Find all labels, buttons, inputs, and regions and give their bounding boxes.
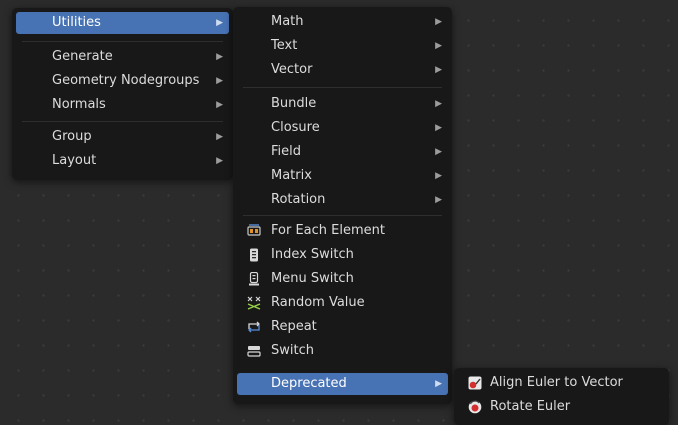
repeat-icon (247, 320, 261, 334)
utilities-submenu: Math ▶ Text ▶ Vector ▶ Bundle ▶ Closure … (233, 7, 452, 404)
menu-item-index-switch[interactable]: Index Switch (237, 244, 448, 266)
submenu-arrow-icon: ▶ (216, 18, 223, 28)
menu-item-bundle[interactable]: Bundle ▶ (237, 93, 448, 115)
menu-item-label: Deprecated (271, 376, 347, 391)
menu-item-label: Math (271, 14, 304, 29)
menu-item-label: Index Switch (271, 247, 354, 262)
switch-icon (247, 344, 261, 358)
menu-item-label: Rotation (271, 192, 326, 207)
menu-separator (243, 215, 442, 216)
submenu-arrow-icon: ▶ (435, 99, 442, 109)
menu-item-label: Rotate Euler (490, 399, 571, 414)
menu-item-label: Vector (271, 62, 313, 77)
menu-separator (22, 121, 223, 122)
menu-item-field[interactable]: Field ▶ (237, 141, 448, 163)
menu-item-utilities[interactable]: Utilities ▶ (16, 12, 229, 34)
menu-item-closure[interactable]: Closure ▶ (237, 117, 448, 139)
menu-item-label: For Each Element (271, 223, 385, 238)
menu-item-geometry-nodegroups[interactable]: Geometry Nodegroups ▶ (16, 70, 229, 92)
node-editor-background: { "colors": { "highlight": "#4772b3", "m… (0, 0, 678, 425)
submenu-arrow-icon: ▶ (435, 41, 442, 51)
menu-item-generate[interactable]: Generate ▶ (16, 46, 229, 68)
menu-item-rotation[interactable]: Rotation ▶ (237, 189, 448, 211)
submenu-arrow-icon: ▶ (435, 379, 442, 389)
submenu-arrow-icon: ▶ (435, 123, 442, 133)
menu-item-label: Generate (52, 49, 113, 64)
menu-separator (22, 41, 223, 42)
menu-item-normals[interactable]: Normals ▶ (16, 94, 229, 116)
menu-item-label: Bundle (271, 96, 317, 111)
index-switch-icon (247, 248, 261, 262)
submenu-arrow-icon: ▶ (216, 76, 223, 86)
menu-item-label: Utilities (52, 15, 101, 30)
submenu-arrow-icon: ▶ (435, 171, 442, 181)
menu-item-group[interactable]: Group ▶ (16, 126, 229, 148)
deprecated-submenu: Align Euler to Vector Rotate Euler (454, 368, 669, 425)
menu-item-label: Menu Switch (271, 271, 354, 286)
menu-item-rotate-euler[interactable]: Rotate Euler (458, 396, 665, 418)
submenu-arrow-icon: ▶ (435, 65, 442, 75)
menu-item-label: Normals (52, 97, 106, 112)
submenu-arrow-icon: ▶ (216, 132, 223, 142)
menu-item-matrix[interactable]: Matrix ▶ (237, 165, 448, 187)
menu-item-math[interactable]: Math ▶ (237, 11, 448, 33)
menu-item-label: Group (52, 129, 92, 144)
menu-item-text[interactable]: Text ▶ (237, 35, 448, 57)
menu-item-layout[interactable]: Layout ▶ (16, 150, 229, 172)
menu-item-label: Align Euler to Vector (490, 375, 623, 390)
menu-item-label: Switch (271, 343, 314, 358)
menu-item-label: Repeat (271, 319, 317, 334)
add-menu: Utilities ▶ Generate ▶ Geometry Nodegrou… (12, 8, 233, 180)
menu-item-repeat[interactable]: Repeat (237, 316, 448, 338)
submenu-arrow-icon: ▶ (216, 52, 223, 62)
submenu-arrow-icon: ▶ (435, 147, 442, 157)
submenu-arrow-icon: ▶ (216, 156, 223, 166)
menu-item-label: Random Value (271, 295, 365, 310)
menu-item-vector[interactable]: Vector ▶ (237, 59, 448, 81)
menu-item-label: Text (271, 38, 298, 53)
submenu-arrow-icon: ▶ (435, 195, 442, 205)
submenu-arrow-icon: ▶ (435, 17, 442, 27)
menu-item-label: Layout (52, 153, 97, 168)
menu-item-switch[interactable]: Switch (237, 340, 448, 362)
align-euler-icon (468, 376, 482, 390)
menu-item-deprecated[interactable]: Deprecated ▶ (237, 373, 448, 395)
menu-item-for-each-element[interactable]: For Each Element (237, 220, 448, 242)
menu-switch-icon (247, 272, 261, 286)
menu-item-label: Closure (271, 120, 320, 135)
submenu-arrow-icon: ▶ (216, 100, 223, 110)
for-each-element-icon (247, 224, 261, 238)
menu-item-menu-switch[interactable]: Menu Switch (237, 268, 448, 290)
menu-item-label: Matrix (271, 168, 312, 183)
random-value-icon (247, 296, 261, 310)
menu-separator (243, 87, 442, 88)
menu-item-align-euler-to-vector[interactable]: Align Euler to Vector (458, 372, 665, 394)
menu-item-label: Field (271, 144, 302, 159)
menu-item-label: Geometry Nodegroups (52, 73, 200, 88)
menu-item-random-value[interactable]: Random Value (237, 292, 448, 314)
rotate-euler-icon (468, 400, 482, 414)
